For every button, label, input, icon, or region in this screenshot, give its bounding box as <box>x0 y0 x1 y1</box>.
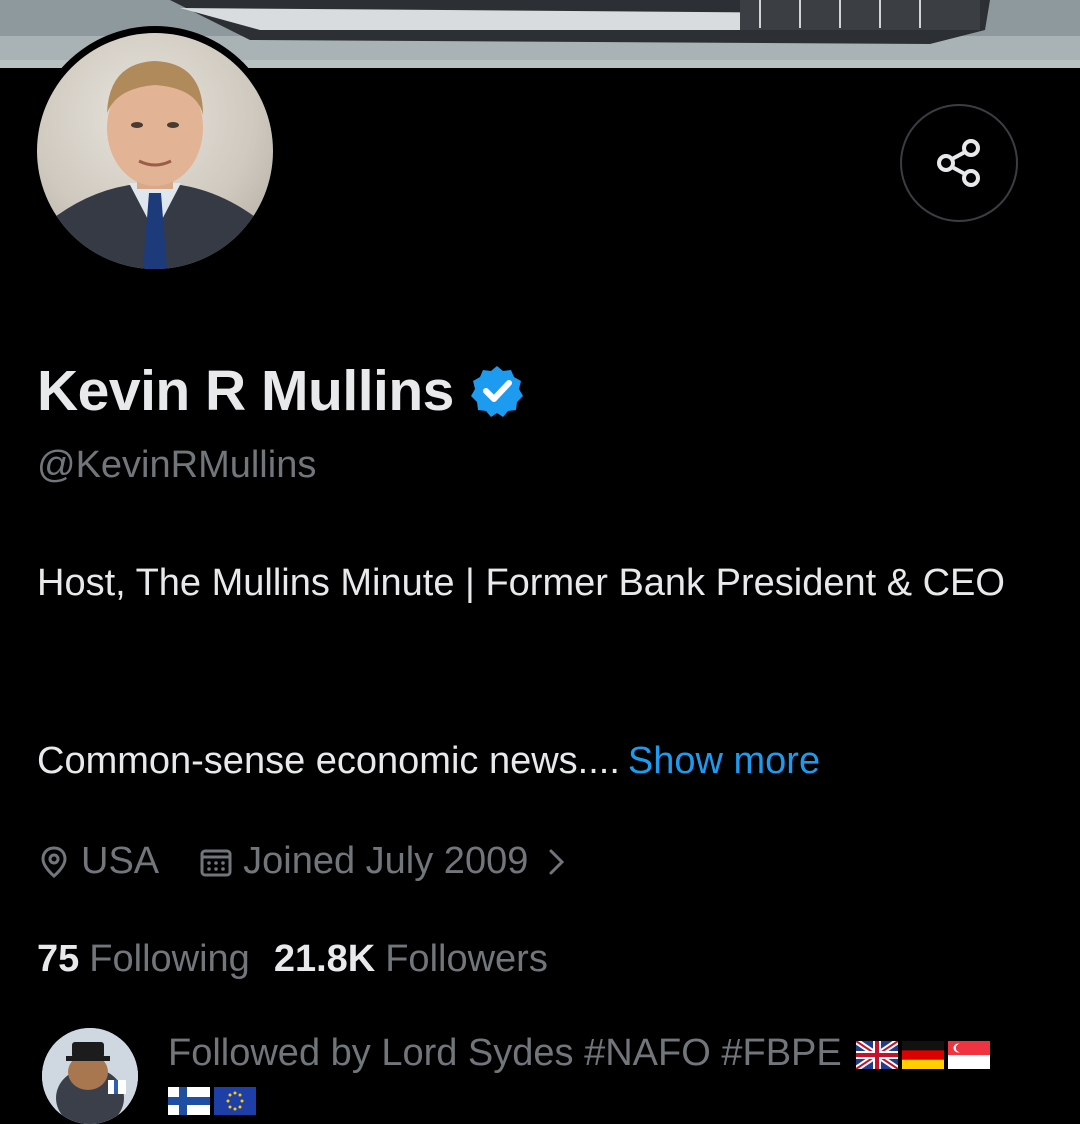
profile-name-row: Kevin R Mullins <box>37 358 524 424</box>
profile-handle: @KevinRMullins <box>37 444 317 486</box>
followed-by-avatar[interactable] <box>42 1028 138 1124</box>
joined-item[interactable]: Joined July 2009 <box>199 840 568 883</box>
profile-bio: Host, The Mullins Minute | Former Bank P… <box>37 562 1005 604</box>
display-name: Kevin R Mullins <box>37 359 454 423</box>
profile-bio-continued: Common-sense economic news.... Show more <box>37 740 820 783</box>
following-label: Following <box>89 938 250 980</box>
following-count: 75 <box>37 938 80 980</box>
joined-text: Joined July 2009 <box>243 840 529 882</box>
location-text: USA <box>81 840 160 882</box>
location-item: USA <box>37 840 159 883</box>
followers-label: Followers <box>385 938 548 980</box>
share-button[interactable] <box>900 104 1018 222</box>
location-icon <box>41 845 67 878</box>
profile-meta: USA Joined July 2009 <box>37 840 568 883</box>
followers-stat[interactable]: 21.8K Followers <box>274 938 548 981</box>
bio-text: Common-sense economic news.... <box>37 740 620 782</box>
share-icon <box>937 139 980 187</box>
eu-flag <box>214 1086 256 1115</box>
uk-flag <box>856 1040 899 1069</box>
germany-flag <box>902 1040 945 1069</box>
follow-stats: 75 Following 21.8K Followers <box>37 938 548 981</box>
avatar-photo <box>37 33 273 269</box>
following-stat[interactable]: 75 Following <box>37 938 250 981</box>
calendar-icon <box>200 849 232 876</box>
finland-flag <box>168 1086 210 1115</box>
followed-by-text[interactable]: Followed by Lord Sydes #NAFO #FBPE <box>168 1030 1048 1122</box>
chevron-right-icon <box>549 849 565 874</box>
singapore-flag <box>948 1040 991 1069</box>
profile-avatar[interactable] <box>30 26 280 276</box>
followers-count: 21.8K <box>273 938 376 980</box>
show-more-link[interactable]: Show more <box>628 740 820 782</box>
followed-by-label: Followed by Lord Sydes #NAFO #FBPE <box>168 1032 842 1074</box>
verified-badge-icon[interactable] <box>470 364 524 418</box>
